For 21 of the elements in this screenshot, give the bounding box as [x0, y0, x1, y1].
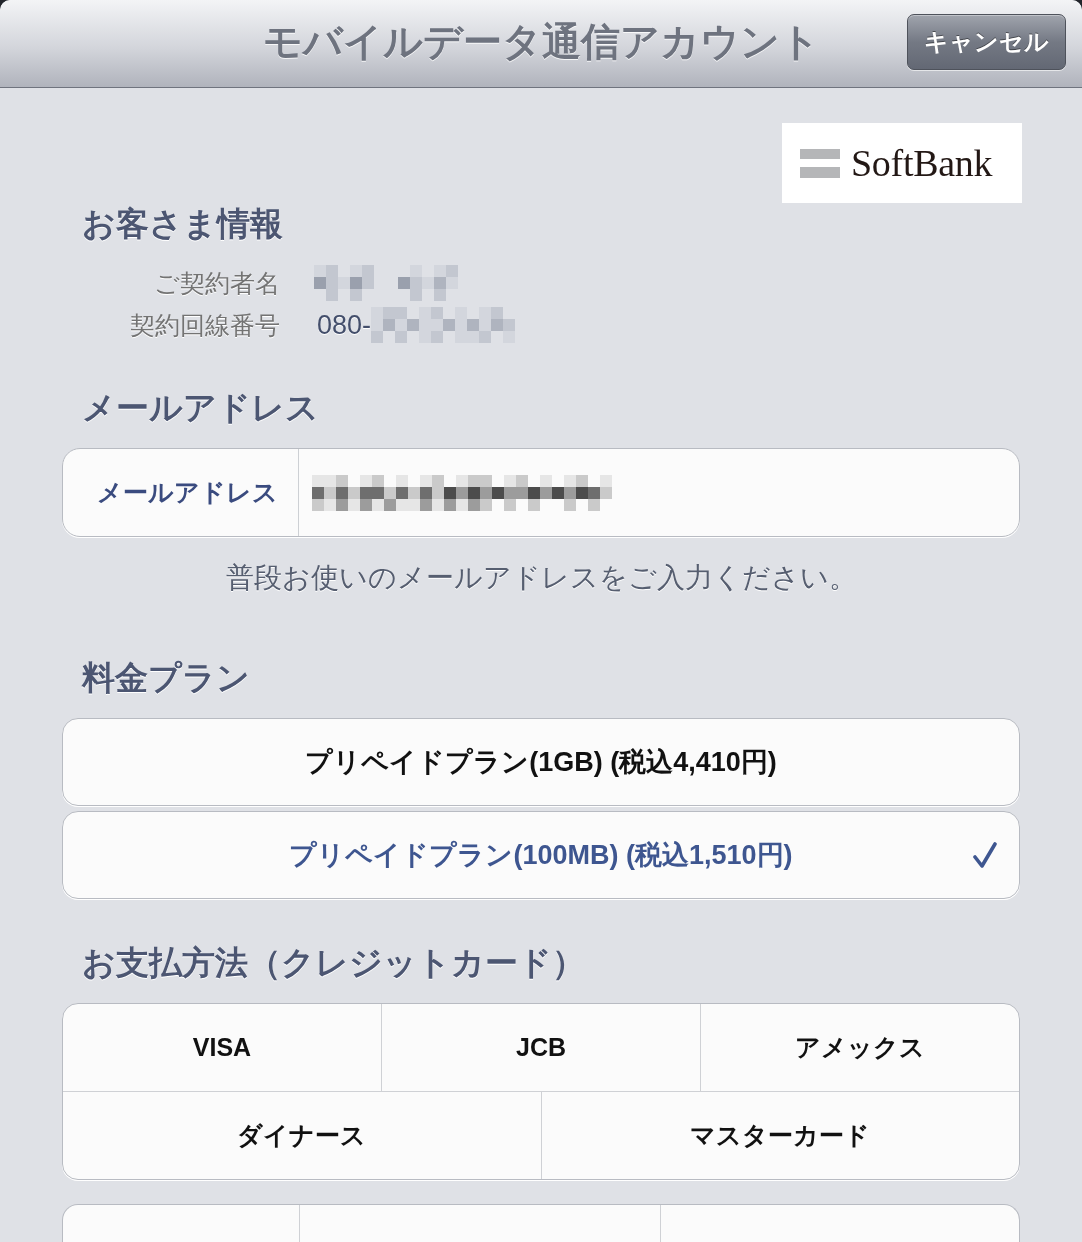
payment-option[interactable]: VISA [63, 1004, 381, 1091]
section-heading: お支払方法（クレジットカード） [81, 943, 586, 983]
field-value: 080- [317, 309, 372, 341]
logo-mark-icon [800, 148, 840, 178]
payment-option[interactable]: ダイナース [63, 1092, 541, 1179]
section-heading: メールアドレス [81, 388, 320, 428]
field-label: メールアドレス [97, 477, 278, 508]
checkmark-icon [973, 842, 997, 868]
hint-text: 普段お使いのメールアドレスをご入力ください。 [224, 561, 858, 595]
cancel-button[interactable]: キャンセル [907, 14, 1066, 70]
window-title: モバイルデータ通信アカウント [262, 18, 820, 65]
payment-option[interactable]: マスターカード [540, 1092, 1019, 1179]
section-heading: 料金プラン [80, 658, 251, 698]
payment-option[interactable]: JCB [381, 1004, 700, 1091]
plan-option[interactable]: プリペイドプラン(100MB) (税込1,510円) [62, 811, 1020, 899]
logo-text: SoftBank [851, 141, 993, 185]
section-heading: お客さま情報 [81, 204, 284, 244]
field-label: 契約回線番号 [129, 309, 280, 341]
field-label: ご契約者名 [153, 267, 280, 299]
payment-option[interactable]: アメックス [700, 1004, 1019, 1091]
plan-option[interactable]: プリペイドプラン(1GB) (税込4,410円) [62, 718, 1020, 806]
